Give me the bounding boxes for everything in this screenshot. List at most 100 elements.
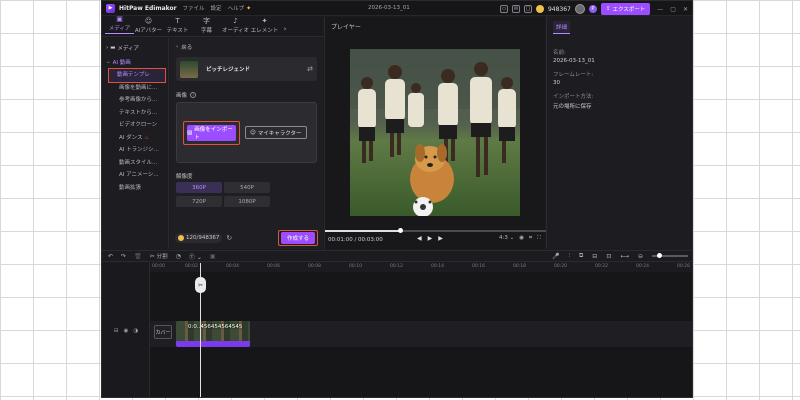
detach-icon[interactable]: ⧉ [579,252,583,260]
mix-icon[interactable]: ⫶ [568,252,570,260]
info-icon[interactable]: i [190,92,197,98]
crop-icon[interactable]: ⌗ [529,235,532,242]
template-card[interactable]: ピッチレジェンド ⇄ [176,57,317,81]
split-button[interactable]: ✂ 分割 [150,252,168,260]
scissors-icon: ✂ [149,253,155,260]
person-icon: ☺ [250,129,256,136]
import-image-highlight: ▨ 画像をインポート [183,120,240,145]
tab-media[interactable]: ▣ メディア [105,15,134,36]
subitem-ai-dance[interactable]: AI ダンス ♨ [102,132,168,145]
track-lock-icon[interactable]: ⊟ [114,328,119,334]
fullscreen-icon[interactable]: ⛶ [537,235,541,242]
layout-icon[interactable]: ▭ [499,5,508,13]
pro-badge-icon[interactable]: P [588,5,597,13]
gift-icon[interactable]: ✉ [511,5,520,13]
ruler-tick-label: 00:04 [226,264,239,269]
details-panel: 詳細 名前: 2026-03-13_01 フレームレート: 30 インポート方法… [546,17,692,249]
play-icon[interactable]: ▶ [428,235,433,242]
zoom-slider-handle[interactable] [657,253,663,258]
chevron-right-icon: › [283,25,287,33]
transport-buttons: ◀ ▶ ▶ [417,235,443,242]
export-button[interactable]: ⇪ エクスポート [600,3,651,15]
clip-audio-bar [176,341,250,347]
message-icon[interactable]: ▢ [523,5,532,13]
subitem-image-to-video[interactable]: 画像を動画に... [102,82,168,95]
subitem-video-template[interactable]: 動画テンプレ [108,68,166,83]
track-controls: ⊟ ◉ ◑ [114,328,138,334]
zoom-out-icon[interactable]: ⊖ [638,253,643,260]
timeline-ruler[interactable]: 00:00 00:02 00:04 00:06 00:08 00:10 00:12 00:14… [150,263,692,272]
subitem-text-to-video[interactable]: テキストから... [102,107,168,120]
video-clip[interactable]: 0:0..456454564545 [176,321,250,347]
swap-icon[interactable]: ⇄ [307,65,313,73]
scrubber-handle[interactable] [398,228,404,233]
template-thumbnail [180,60,198,78]
create-button[interactable]: 作成する [280,232,315,244]
subitem-ai-animation[interactable]: AI アニメーシ... [102,169,168,182]
tab-elements[interactable]: ✦ エレメント [250,17,279,36]
snap-icon[interactable]: ⊟ [592,253,597,260]
redo-icon[interactable]: ↷ [121,253,126,260]
main-tabs: ▣ メディア ☺ AIアバター T テキスト 字 字幕 ♪ オーディオ ✦ エレ… [102,15,323,37]
fit-icon[interactable]: ⟷ [620,253,629,260]
coin-icon [178,235,184,241]
import-label: 画像をインポート [194,126,233,141]
subitem-video-style[interactable]: 動画スタイル... [102,157,168,170]
tab-audio[interactable]: ♪ オーディオ [221,17,250,36]
text-tool-icon[interactable]: Ⓣ ⌄ [189,252,202,261]
camera-icon[interactable]: ◉ [519,235,524,242]
step-back-icon[interactable]: ◀ [417,235,422,242]
menu-settings[interactable]: 設定 [211,4,222,12]
resolution-360p[interactable]: 360P [176,182,222,193]
subitem-video-clone[interactable]: ビデオクローン [102,119,168,132]
maximize-icon[interactable]: ▢ [670,6,676,13]
back-button[interactable]: ‹ 戻る [176,41,317,53]
my-character-button[interactable]: ☺ マイキャラクター [245,126,307,139]
microphone-icon[interactable]: 🎤 [552,253,559,260]
ruler-tick-label: 00:16 [472,264,485,269]
tab-subtitles[interactable]: 字 字幕 [192,17,221,36]
menu-file[interactable]: ファイル [183,4,205,12]
tabs-next-button[interactable]: › [279,25,291,36]
tab-text[interactable]: T テキスト [163,17,192,36]
resolution-540p[interactable]: 540P [224,182,270,193]
clip-label: 0:0..456454564545 [188,324,243,330]
video-preview[interactable] [350,49,520,216]
import-image-button[interactable]: ▨ 画像をインポート [187,124,236,141]
document-title: 2026-03-13_01 [368,5,410,11]
freeze-icon[interactable]: ▣ [210,253,216,260]
menu-help[interactable]: ヘルプ [228,4,245,12]
app-title: HitPaw Edimakor [119,4,177,12]
avatar[interactable] [574,4,585,14]
category-media[interactable]: › ▬ メディア [102,42,168,53]
step-forward-icon[interactable]: ▶ [438,235,443,242]
category-ai-video[interactable]: ⌄ AI 動画 [102,56,168,67]
refresh-icon[interactable]: ↻ [226,234,232,242]
cover-button[interactable]: カバー [154,325,172,339]
track-mute-icon[interactable]: ◑ [133,328,138,334]
ruler-tick-label: 00:12 [390,264,403,269]
playback-scrubber[interactable] [325,228,546,233]
subitem-video-expand[interactable]: 動画拡張 [102,182,168,195]
titlebar-right: ▭ ✉ ▢ 948367 P ⇪ エクスポート — ▢ ✕ [499,3,688,15]
link-icon[interactable]: ⊡ [606,253,611,260]
tab-label: 字幕 [200,28,212,34]
tab-ai-avatar[interactable]: ☺ AIアバター [134,17,163,36]
resolution-720p[interactable]: 720P [176,196,222,207]
tab-details[interactable]: 詳細 [553,21,571,34]
close-icon[interactable]: ✕ [683,6,688,13]
minimize-icon[interactable]: — [657,6,663,13]
subitem-ai-transition[interactable]: AI トランジシ... [102,144,168,157]
scrubber-progress [325,230,401,232]
playhead-handle[interactable]: ✂ [195,277,206,293]
undo-icon[interactable]: ↶ [108,253,113,260]
player-right-controls: 4:3 ⌄ ◉ ⌗ ⛶ [499,235,541,242]
zoom-slider[interactable] [652,253,688,258]
marker-icon[interactable]: ◔ [176,253,181,260]
resolution-1080p[interactable]: 1080P [224,196,270,207]
delete-icon[interactable]: 🗑 [134,253,142,260]
aspect-ratio-select[interactable]: 4:3 ⌄ [499,235,514,242]
track-visibility-icon[interactable]: ◉ [124,328,129,334]
subitem-reference-image[interactable]: 参考画像から... [102,94,168,107]
fps-value: 30 [553,80,560,86]
